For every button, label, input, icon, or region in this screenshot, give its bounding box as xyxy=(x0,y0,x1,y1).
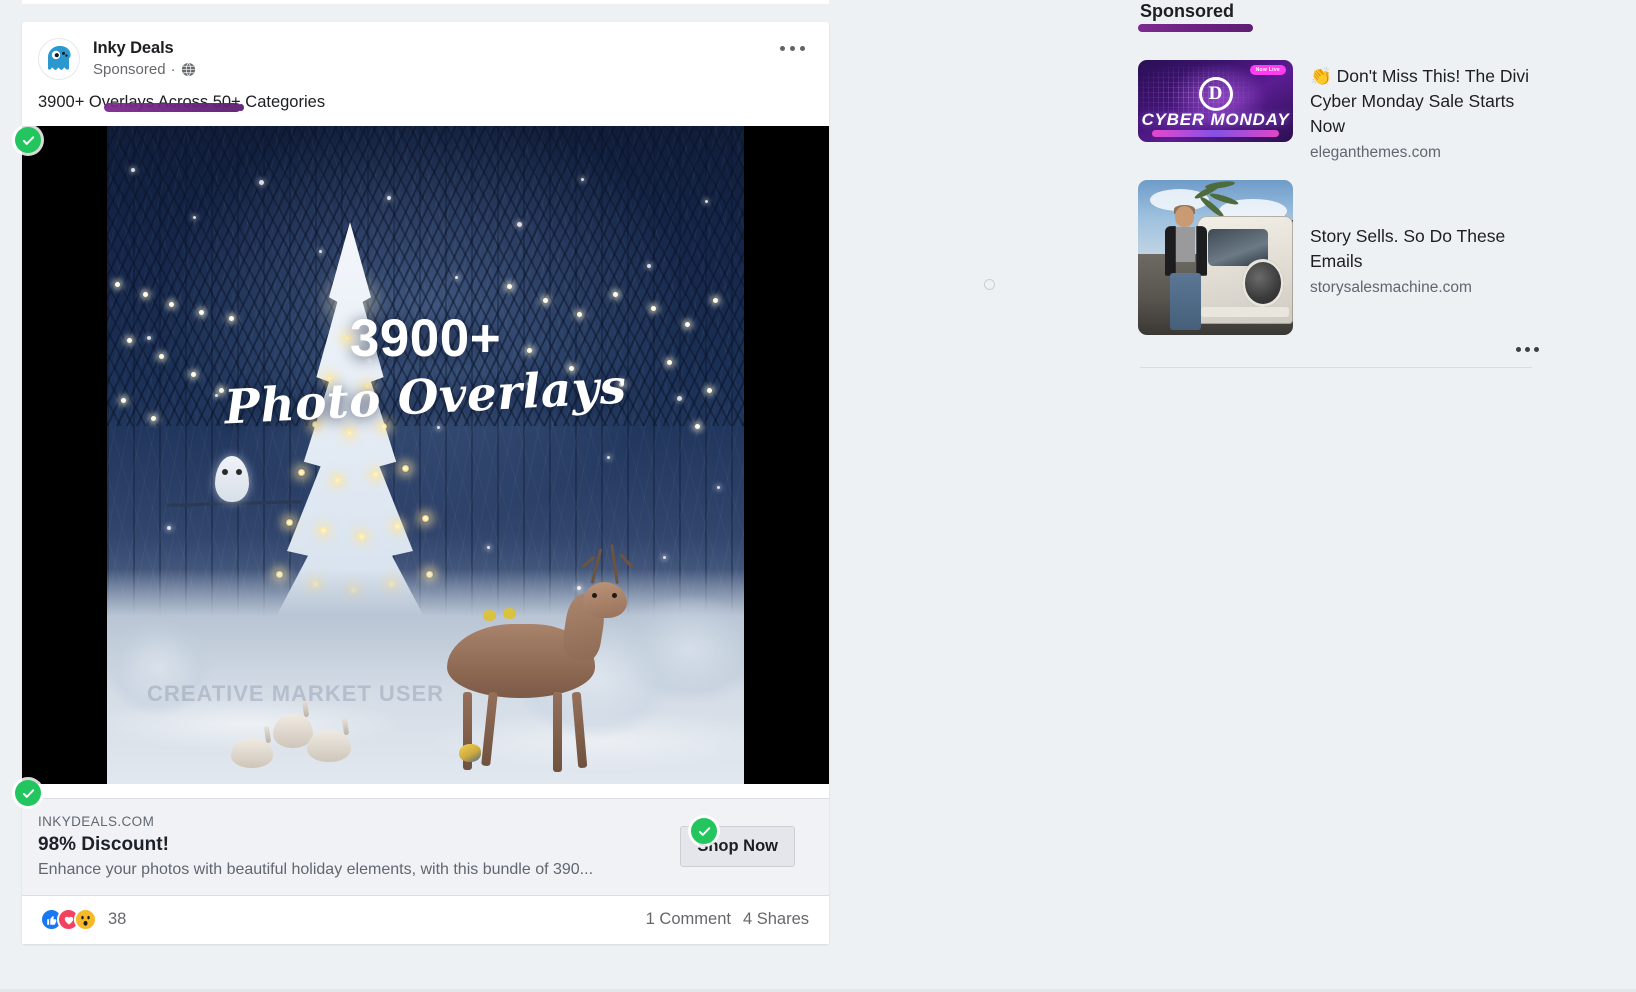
reaction-summary[interactable]: 38 xyxy=(40,908,126,931)
plant-leaf xyxy=(1204,180,1235,191)
post-card-top-edge xyxy=(22,0,829,4)
post-engagement-bar: 38 1 Comment 4 Shares xyxy=(22,896,829,944)
sidebar-options-menu[interactable] xyxy=(1510,341,1545,358)
ellipsis-dot xyxy=(800,46,805,51)
sidebar-ad-title[interactable]: Story Sells. So Do These Emails xyxy=(1310,224,1534,274)
avatar[interactable] xyxy=(38,38,80,80)
banner-badge: Now Live xyxy=(1249,65,1286,75)
annotation-check-badge-cta xyxy=(691,818,717,844)
annotation-check-badge-bottom xyxy=(15,780,41,806)
man-shirt xyxy=(1173,227,1196,263)
ad-image[interactable]: CREATIVE MARKET USER 3900+ Photo Overlay… xyxy=(22,126,829,784)
comment-count[interactable]: 1 Comment xyxy=(646,910,731,929)
sidebar-heading: Sponsored xyxy=(1140,1,1235,21)
sidebar-divider xyxy=(1140,367,1532,368)
cursor-artifact xyxy=(984,279,995,290)
man-jeans xyxy=(1170,273,1201,331)
marker-annotation-sponsored xyxy=(104,103,244,112)
van-bumper xyxy=(1200,306,1290,317)
post-meta-row: Sponsored · xyxy=(93,60,196,79)
clap-emoji-icon: 👏 xyxy=(1310,66,1332,86)
ellipsis-dot xyxy=(790,46,795,51)
van-spare-tire xyxy=(1242,259,1285,307)
page-root: Inky Deals Sponsored · 3900+ Overlays Ac… xyxy=(0,0,1636,992)
post-header: Inky Deals Sponsored · xyxy=(22,22,829,112)
sidebar-ad-thumbnail[interactable]: D CYBER MONDAY Now Live xyxy=(1138,60,1293,142)
sidebar-ad-domain: storysalesmachine.com xyxy=(1310,279,1472,296)
sponsored-label[interactable]: Sponsored xyxy=(93,60,166,79)
banner-title: CYBER MONDAY xyxy=(1141,110,1290,129)
share-count[interactable]: 4 Shares xyxy=(743,910,809,929)
link-title[interactable]: 98% Discount! xyxy=(38,833,593,857)
sidebar-ad-item[interactable]: Story Sells. So Do These Emails storysal… xyxy=(1138,180,1534,335)
divi-logo-icon: D xyxy=(1198,77,1233,111)
sidebar-ad-item[interactable]: D CYBER MONDAY Now Live 👏 Don't Miss Thi… xyxy=(1138,60,1534,164)
sidebar-ad-title[interactable]: 👏 Don't Miss This! The Divi Cyber Monday… xyxy=(1310,64,1534,139)
ellipsis-dot xyxy=(1525,347,1530,352)
ellipsis-dot xyxy=(1516,347,1521,352)
sponsored-sidebar: Sponsored D CYBER MONDAY Now Live 👏 Don'… xyxy=(1138,0,1539,368)
globe-icon xyxy=(181,62,196,77)
page-name[interactable]: Inky Deals xyxy=(93,38,196,58)
comments-shares-summary: 1 Comment 4 Shares xyxy=(646,910,809,929)
story-sells-photo xyxy=(1138,180,1293,335)
image-watermark: CREATIVE MARKET USER xyxy=(147,681,445,706)
meta-separator: · xyxy=(170,61,176,78)
man-head xyxy=(1174,206,1195,228)
sidebar-ad-domain: eleganthemes.com xyxy=(1310,144,1441,161)
sidebar-ad-text: 👏 Don't Miss This! The Divi Cyber Monday… xyxy=(1310,60,1534,164)
divi-cyber-monday-banner: D CYBER MONDAY Now Live xyxy=(1138,60,1293,142)
inky-deals-logo-icon xyxy=(48,46,71,70)
banner-subtitle-bar xyxy=(1152,130,1279,137)
sidebar-ad-thumbnail[interactable] xyxy=(1138,180,1293,335)
photo-man xyxy=(1163,205,1210,331)
annotation-check-badge-top xyxy=(15,127,41,153)
link-preview-card[interactable]: INKYDEALS.COM 98% Discount! Enhance your… xyxy=(22,798,829,896)
ellipsis-dot xyxy=(780,46,785,51)
photo-vw-van xyxy=(1196,215,1293,325)
link-domain: INKYDEALS.COM xyxy=(38,814,155,829)
sidebar-ad-title-text: Don't Miss This! The Divi Cyber Monday S… xyxy=(1310,66,1530,136)
sponsored-post-card: Inky Deals Sponsored · 3900+ Overlays Ac… xyxy=(22,22,829,944)
ellipsis-dot xyxy=(1534,347,1539,352)
ad-image-scene: CREATIVE MARKET USER 3900+ Photo Overlay… xyxy=(107,126,744,784)
sidebar-ad-text: Story Sells. So Do These Emails storysal… xyxy=(1310,180,1534,299)
post-header-text: Inky Deals Sponsored · xyxy=(93,38,196,79)
link-description: Enhance your photos with beautiful holid… xyxy=(38,861,594,878)
reaction-count: 38 xyxy=(108,910,127,928)
link-preview-text: INKYDEALS.COM 98% Discount! Enhance your… xyxy=(38,813,593,880)
post-options-menu[interactable] xyxy=(774,40,811,57)
wow-icon xyxy=(74,908,97,931)
link-card-spacer xyxy=(22,784,829,798)
marker-annotation-sidebar xyxy=(1138,24,1253,32)
